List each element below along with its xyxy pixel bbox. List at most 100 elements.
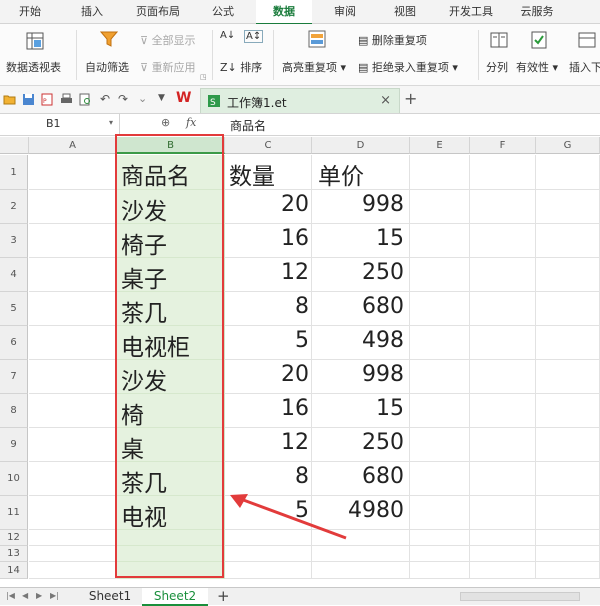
horizontal-scrollbar[interactable] [460,592,580,601]
cell[interactable] [29,562,117,579]
row-header[interactable]: 9 [0,428,28,462]
cell[interactable] [29,530,117,546]
document-tab[interactable]: S 工作簿1.et × [200,88,400,113]
cell[interactable] [536,360,600,394]
row-header[interactable]: 6 [0,326,28,360]
export-pdf-icon[interactable]: P [41,93,54,106]
zoom-icon[interactable]: ⊕ [161,116,170,129]
sort-button[interactable]: Z↓ 排序 [220,59,262,75]
cell[interactable] [470,190,536,224]
tab-cloud[interactable]: 云服务 [510,0,564,24]
cell[interactable] [536,462,600,496]
cell[interactable] [470,428,536,462]
next-sheet-icon[interactable]: ▶ [36,591,42,600]
cell[interactable] [29,394,117,428]
cell[interactable] [470,224,536,258]
cell[interactable] [410,562,470,579]
row-header[interactable]: 2 [0,190,28,224]
fx-button[interactable]: fx [186,116,196,129]
tab-view[interactable]: 视图 [380,0,430,24]
cell[interactable] [29,462,117,496]
cell[interactable] [470,258,536,292]
cell[interactable] [312,562,410,579]
tab-formula[interactable]: 公式 [198,0,248,24]
cell[interactable] [536,326,600,360]
cell[interactable] [410,546,470,562]
cell[interactable] [410,360,470,394]
undo-icon[interactable]: ↶ [100,92,110,106]
sort-desc-icon[interactable]: A↕ [244,30,264,43]
cell[interactable] [536,496,600,530]
column-header-e[interactable]: E [410,137,470,154]
cell[interactable] [410,292,470,326]
row-header[interactable]: 14 [0,562,28,579]
column-header-a[interactable]: A [29,137,117,154]
row-header[interactable]: 8 [0,394,28,428]
tab-data[interactable]: 数据 [256,0,312,25]
cell[interactable] [536,394,600,428]
cell[interactable] [536,428,600,462]
cell[interactable] [470,326,536,360]
validity-button[interactable]: 有效性 ▾ [516,59,558,75]
cell[interactable] [536,562,600,579]
cell[interactable] [470,462,536,496]
row-header[interactable]: 13 [0,546,28,562]
print-preview-icon[interactable] [79,93,92,106]
row-header[interactable]: 5 [0,292,28,326]
row-header[interactable]: 10 [0,462,28,496]
cell[interactable] [29,258,117,292]
tab-developer[interactable]: 开发工具 [440,0,502,24]
cell[interactable] [29,546,117,562]
row-header[interactable]: 3 [0,224,28,258]
reapply-button[interactable]: ⊽ 重新应用 [140,59,196,75]
print-icon[interactable] [60,93,73,106]
cell[interactable] [29,428,117,462]
cell[interactable] [536,292,600,326]
cell[interactable] [536,155,600,190]
cell[interactable] [410,190,470,224]
show-all-button[interactable]: ⊽ 全部显示 [140,32,196,48]
sheet-tab-sheet2[interactable]: Sheet2 [142,588,208,606]
open-icon[interactable] [3,93,16,106]
insert-dropdown-button[interactable]: 插入下 [569,59,600,75]
new-tab-button[interactable]: + [404,89,417,108]
cell[interactable] [29,155,117,190]
save-icon[interactable] [22,93,35,106]
dialog-launcher-icon[interactable]: ◳ [200,73,207,81]
customize-dropdown-icon[interactable]: ▼ [158,93,165,103]
cell[interactable] [29,496,117,530]
formula-input[interactable]: 商品名 [230,117,266,134]
close-tab-icon[interactable]: × [380,93,391,108]
cell[interactable] [536,546,600,562]
column-header-c[interactable]: C [225,137,312,154]
more-icon[interactable]: ⌄ [138,92,147,105]
row-header[interactable]: 11 [0,496,28,530]
tab-insert[interactable]: 插入 [66,0,118,24]
cell[interactable] [536,224,600,258]
cell[interactable] [470,546,536,562]
cell[interactable] [536,190,600,224]
cell[interactable] [470,530,536,546]
first-sheet-icon[interactable]: |◀ [6,591,15,600]
cell[interactable] [29,292,117,326]
highlight-duplicates-button[interactable]: 高亮重复项 ▾ [282,59,346,75]
name-box[interactable]: B1 ▾ [0,114,120,135]
cell[interactable] [410,394,470,428]
cell[interactable] [29,326,117,360]
cell[interactable] [410,155,470,190]
cell[interactable] [470,292,536,326]
cell[interactable] [410,326,470,360]
sort-asc-icon[interactable]: A↓ [220,30,235,41]
add-sheet-button[interactable]: + [217,587,230,605]
cell[interactable] [225,562,312,579]
cell[interactable] [410,530,470,546]
column-header-d[interactable]: D [312,137,410,154]
cell[interactable] [29,190,117,224]
select-all-corner[interactable] [0,137,29,154]
prev-sheet-icon[interactable]: ◀ [22,591,28,600]
cell[interactable] [225,546,312,562]
row-header[interactable]: 7 [0,360,28,394]
row-header[interactable]: 1 [0,155,28,190]
cell[interactable] [29,224,117,258]
tab-start[interactable]: 开始 [4,0,56,24]
